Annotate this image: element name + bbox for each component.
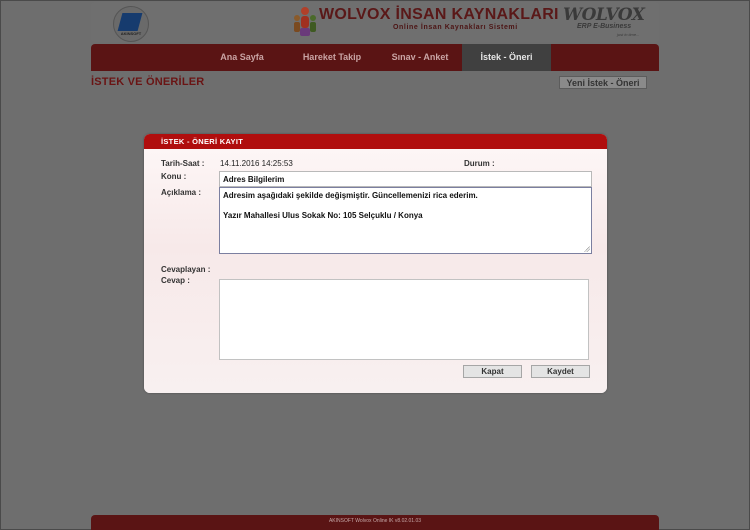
brand-title: WOLVOX İNSAN KAYNAKLARI [319,6,559,23]
answer-label: Cevap : [161,276,190,285]
subject-label: Konu : [161,172,187,181]
nav-item-istek-oneri[interactable]: İstek - Öneri [462,44,551,71]
responder-label: Cevaplayan : [161,265,211,274]
save-button[interactable]: Kaydet [531,365,590,378]
site-footer: AKINSOFT Wolvox Online IK v8.02.01.03 [91,515,659,530]
description-textarea[interactable]: Adresim aşağıdaki şekilde değişmiştir. G… [219,187,592,254]
dialog-header: İSTEK - ÖNERİ KAYIT [144,134,607,149]
description-label: Açıklama : [161,188,202,197]
date-label: Tarih-Saat : [161,159,205,168]
wolvox-logo: WOLVOX [563,5,645,25]
subject-input[interactable]: Adres Bilgilerim [219,171,592,187]
description-line-1: Adresim aşağıdaki şekilde değişmiştir. G… [223,191,478,200]
dialog-body: Tarih-Saat : 14.11.2016 14:25:53 Durum :… [144,149,607,393]
logo-text: AKINSOFT [120,31,142,36]
nav-item-ana-sayfa[interactable]: Ana Sayfa [202,44,282,71]
footer-text: AKINSOFT Wolvox Online IK v8.02.01.03 [328,518,422,524]
dialog-title: İSTEK - ÖNERİ KAYIT [161,137,244,146]
main-nav: Ana Sayfa Hareket Takip Sınav - Anket İs… [91,44,659,71]
resize-handle-icon[interactable] [584,246,590,252]
brand-subtitle: Online İnsan Kaynakları Sistemi [393,24,518,31]
akinsoft-logo[interactable]: AKINSOFT [113,6,149,42]
new-request-button[interactable]: Yeni İstek - Öneri [559,76,647,89]
logo-mark-icon [117,13,143,31]
request-dialog: İSTEK - ÖNERİ KAYIT Tarih-Saat : 14.11.2… [144,134,607,393]
date-value: 14.11.2016 14:25:53 [220,159,293,168]
status-label: Durum : [464,159,495,168]
nav-item-hareket-takip[interactable]: Hareket Takip [292,44,372,71]
description-line-2: Yazır Mahallesi Ulus Sokak No: 105 Selçu… [223,211,423,220]
site-header: AKINSOFT WOLVOX İNSAN KAYNAKLARI Online … [91,2,659,42]
answer-textarea[interactable] [219,279,589,360]
wolvox-tagline: just in time... [617,32,640,37]
people-icon [294,7,316,36]
page-title: İSTEK VE ÖNERİLER [91,76,205,88]
wolvox-subtitle: ERP E-Business [577,23,632,30]
nav-item-sinav-anket[interactable]: Sınav - Anket [380,44,460,71]
close-button[interactable]: Kapat [463,365,522,378]
